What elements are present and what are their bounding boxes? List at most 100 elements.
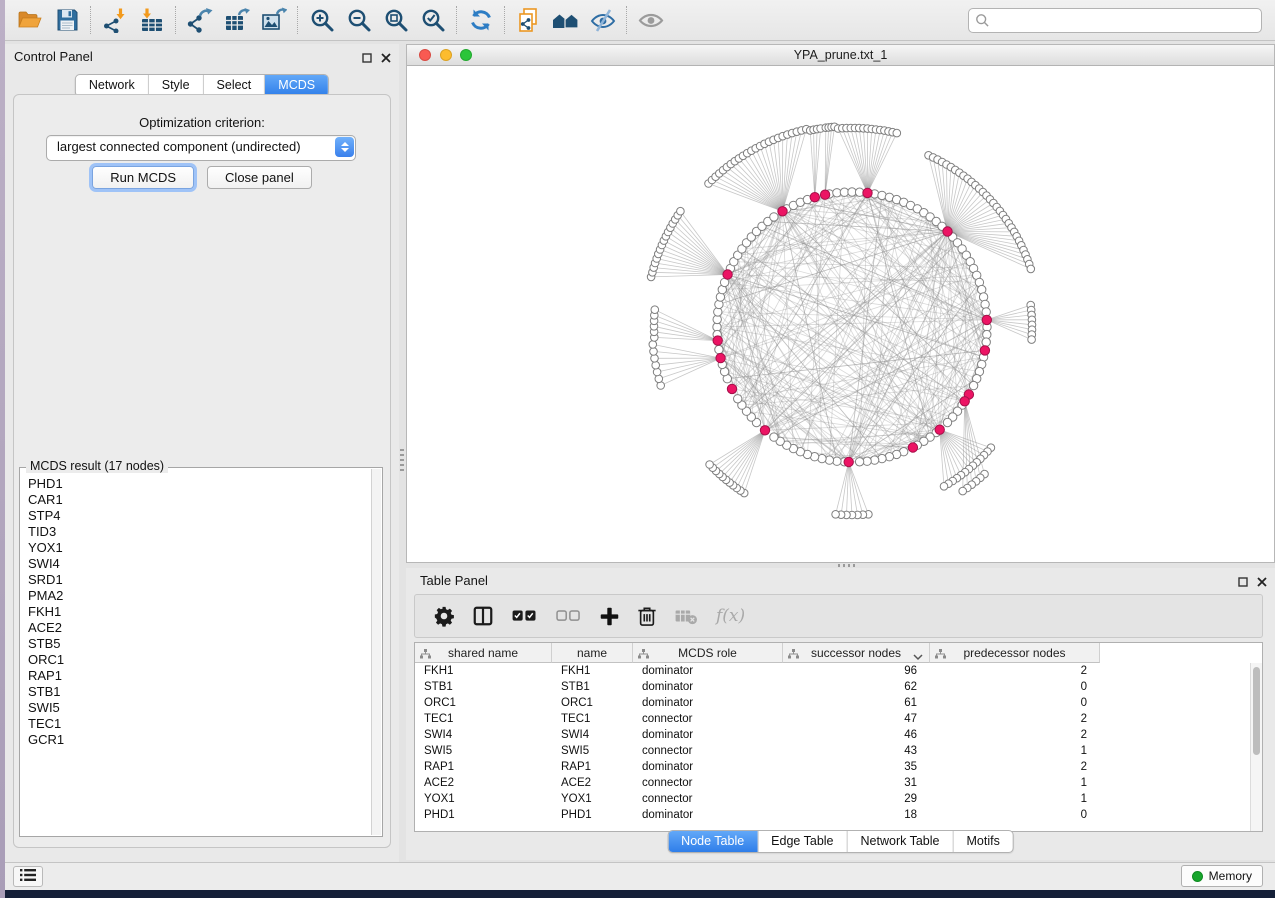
cell-successor_nodes[interactable]: 96 bbox=[783, 663, 930, 679]
cell-name[interactable]: FKH1 bbox=[552, 663, 633, 679]
cell-mcds_role[interactable]: dominator bbox=[633, 759, 783, 775]
cell-shared_name[interactable]: STB1 bbox=[415, 679, 552, 695]
mcds-result-item[interactable]: STP4 bbox=[28, 508, 381, 524]
table-row[interactable]: YOX1YOX1connector291 bbox=[415, 791, 1251, 807]
task-history-button[interactable] bbox=[13, 866, 43, 887]
mcds-result-item[interactable]: STB5 bbox=[28, 636, 381, 652]
cell-successor_nodes[interactable]: 29 bbox=[783, 791, 930, 807]
cell-mcds_role[interactable]: connector bbox=[633, 791, 783, 807]
export-network-button[interactable] bbox=[181, 3, 218, 37]
cell-mcds_role[interactable]: dominator bbox=[633, 679, 783, 695]
column-header-shared-name[interactable]: shared name bbox=[415, 643, 552, 663]
horizontal-splitter-handle[interactable] bbox=[838, 564, 856, 567]
mcds-result-item[interactable]: ACE2 bbox=[28, 620, 381, 636]
hide-selected-button[interactable] bbox=[584, 3, 621, 37]
cell-successor_nodes[interactable]: 61 bbox=[783, 695, 930, 711]
column-header-successor-nodes[interactable]: successor nodes bbox=[783, 643, 930, 663]
zoom-selected-button[interactable] bbox=[414, 3, 451, 37]
cell-name[interactable]: ACE2 bbox=[552, 775, 633, 791]
import-network-button[interactable] bbox=[96, 3, 133, 37]
cell-mcds_role[interactable]: dominator bbox=[633, 663, 783, 679]
cell-name[interactable]: TEC1 bbox=[552, 711, 633, 727]
export-table-button[interactable] bbox=[218, 3, 255, 37]
cell-mcds_role[interactable]: connector bbox=[633, 743, 783, 759]
cell-shared_name[interactable]: SWI4 bbox=[415, 727, 552, 743]
cell-predecessor_nodes[interactable]: 0 bbox=[930, 679, 1100, 695]
deselect-all-button[interactable] bbox=[555, 601, 582, 631]
cell-name[interactable]: ORC1 bbox=[552, 695, 633, 711]
zoom-in-button[interactable] bbox=[303, 3, 340, 37]
cell-shared_name[interactable]: YOX1 bbox=[415, 791, 552, 807]
table-row[interactable]: ACE2ACE2connector311 bbox=[415, 775, 1251, 791]
column-header-MCDS-role[interactable]: MCDS role bbox=[633, 643, 783, 663]
tab-mcds[interactable]: MCDS bbox=[264, 75, 328, 96]
cell-predecessor_nodes[interactable]: 2 bbox=[930, 711, 1100, 727]
cell-shared_name[interactable]: PHD1 bbox=[415, 807, 552, 823]
columns-button[interactable] bbox=[472, 601, 494, 631]
memory-button[interactable]: Memory bbox=[1181, 865, 1263, 887]
network-canvas[interactable] bbox=[407, 65, 1274, 562]
tab-node-table[interactable]: Node Table bbox=[668, 831, 757, 852]
tab-edge-table[interactable]: Edge Table bbox=[757, 831, 846, 852]
vertical-splitter[interactable] bbox=[399, 44, 406, 863]
delete-row-button[interactable] bbox=[637, 601, 657, 631]
table-row[interactable]: SWI4SWI4dominator462 bbox=[415, 727, 1251, 743]
cell-successor_nodes[interactable]: 18 bbox=[783, 807, 930, 823]
mcds-result-item[interactable]: STB1 bbox=[28, 684, 381, 700]
mcds-result-item[interactable]: GCR1 bbox=[28, 732, 381, 748]
mcds-result-item[interactable]: CAR1 bbox=[28, 492, 381, 508]
mcds-result-item[interactable]: TID3 bbox=[28, 524, 381, 540]
cell-shared_name[interactable]: FKH1 bbox=[415, 663, 552, 679]
show-hidden-disabled-button[interactable] bbox=[632, 3, 669, 37]
open-session-button[interactable] bbox=[11, 3, 48, 37]
cell-successor_nodes[interactable]: 31 bbox=[783, 775, 930, 791]
close-panel-icon[interactable] bbox=[381, 51, 391, 66]
cell-name[interactable]: SWI5 bbox=[552, 743, 633, 759]
column-header-predecessor-nodes[interactable]: predecessor nodes bbox=[930, 643, 1100, 663]
cell-mcds_role[interactable]: connector bbox=[633, 775, 783, 791]
home-pages-button[interactable] bbox=[547, 3, 584, 37]
refresh-layout-button[interactable] bbox=[462, 3, 499, 37]
cell-shared_name[interactable]: RAP1 bbox=[415, 759, 552, 775]
mcds-result-item[interactable]: TEC1 bbox=[28, 716, 381, 732]
cell-name[interactable]: YOX1 bbox=[552, 791, 633, 807]
mcds-result-item[interactable]: SWI5 bbox=[28, 700, 381, 716]
cell-name[interactable]: PHD1 bbox=[552, 807, 633, 823]
cell-predecessor_nodes[interactable]: 2 bbox=[930, 663, 1100, 679]
table-row[interactable]: TEC1TEC1connector472 bbox=[415, 711, 1251, 727]
cell-name[interactable]: STB1 bbox=[552, 679, 633, 695]
mcds-result-item[interactable]: YOX1 bbox=[28, 540, 381, 556]
export-image-button[interactable] bbox=[255, 3, 292, 37]
table-row[interactable]: SWI5SWI5connector431 bbox=[415, 743, 1251, 759]
close-table-panel-icon[interactable] bbox=[1257, 575, 1267, 590]
mcds-result-item[interactable]: SRD1 bbox=[28, 572, 381, 588]
cell-mcds_role[interactable]: dominator bbox=[633, 807, 783, 823]
cell-predecessor_nodes[interactable]: 2 bbox=[930, 727, 1100, 743]
tab-motifs[interactable]: Motifs bbox=[952, 831, 1012, 852]
select-all-button[interactable] bbox=[511, 601, 538, 631]
table-scrollbar[interactable] bbox=[1250, 663, 1262, 831]
import-table-button[interactable] bbox=[133, 3, 170, 37]
cell-successor_nodes[interactable]: 46 bbox=[783, 727, 930, 743]
cell-predecessor_nodes[interactable]: 1 bbox=[930, 791, 1100, 807]
add-row-button[interactable] bbox=[599, 601, 620, 631]
mcds-result-item[interactable]: SWI4 bbox=[28, 556, 381, 572]
tab-network-table[interactable]: Network Table bbox=[847, 831, 953, 852]
criterion-select[interactable]: largest connected component (undirected) bbox=[46, 135, 356, 161]
cell-mcds_role[interactable]: connector bbox=[633, 711, 783, 727]
mcds-result-item[interactable]: PHD1 bbox=[28, 476, 381, 492]
cell-predecessor_nodes[interactable]: 2 bbox=[930, 759, 1100, 775]
zoom-fit-button[interactable] bbox=[377, 3, 414, 37]
cell-shared_name[interactable]: ORC1 bbox=[415, 695, 552, 711]
mcds-result-item[interactable]: RAP1 bbox=[28, 668, 381, 684]
table-row[interactable]: RAP1RAP1dominator352 bbox=[415, 759, 1251, 775]
cell-name[interactable]: RAP1 bbox=[552, 759, 633, 775]
settings-button[interactable] bbox=[433, 601, 455, 631]
mcds-result-item[interactable]: ORC1 bbox=[28, 652, 381, 668]
table-scrollbar-thumb[interactable] bbox=[1253, 667, 1260, 755]
cell-shared_name[interactable]: TEC1 bbox=[415, 711, 552, 727]
tab-select[interactable]: Select bbox=[203, 75, 265, 96]
float-table-panel-icon[interactable] bbox=[1238, 575, 1248, 590]
save-session-button[interactable] bbox=[48, 3, 85, 37]
run-mcds-button[interactable]: Run MCDS bbox=[92, 166, 194, 189]
